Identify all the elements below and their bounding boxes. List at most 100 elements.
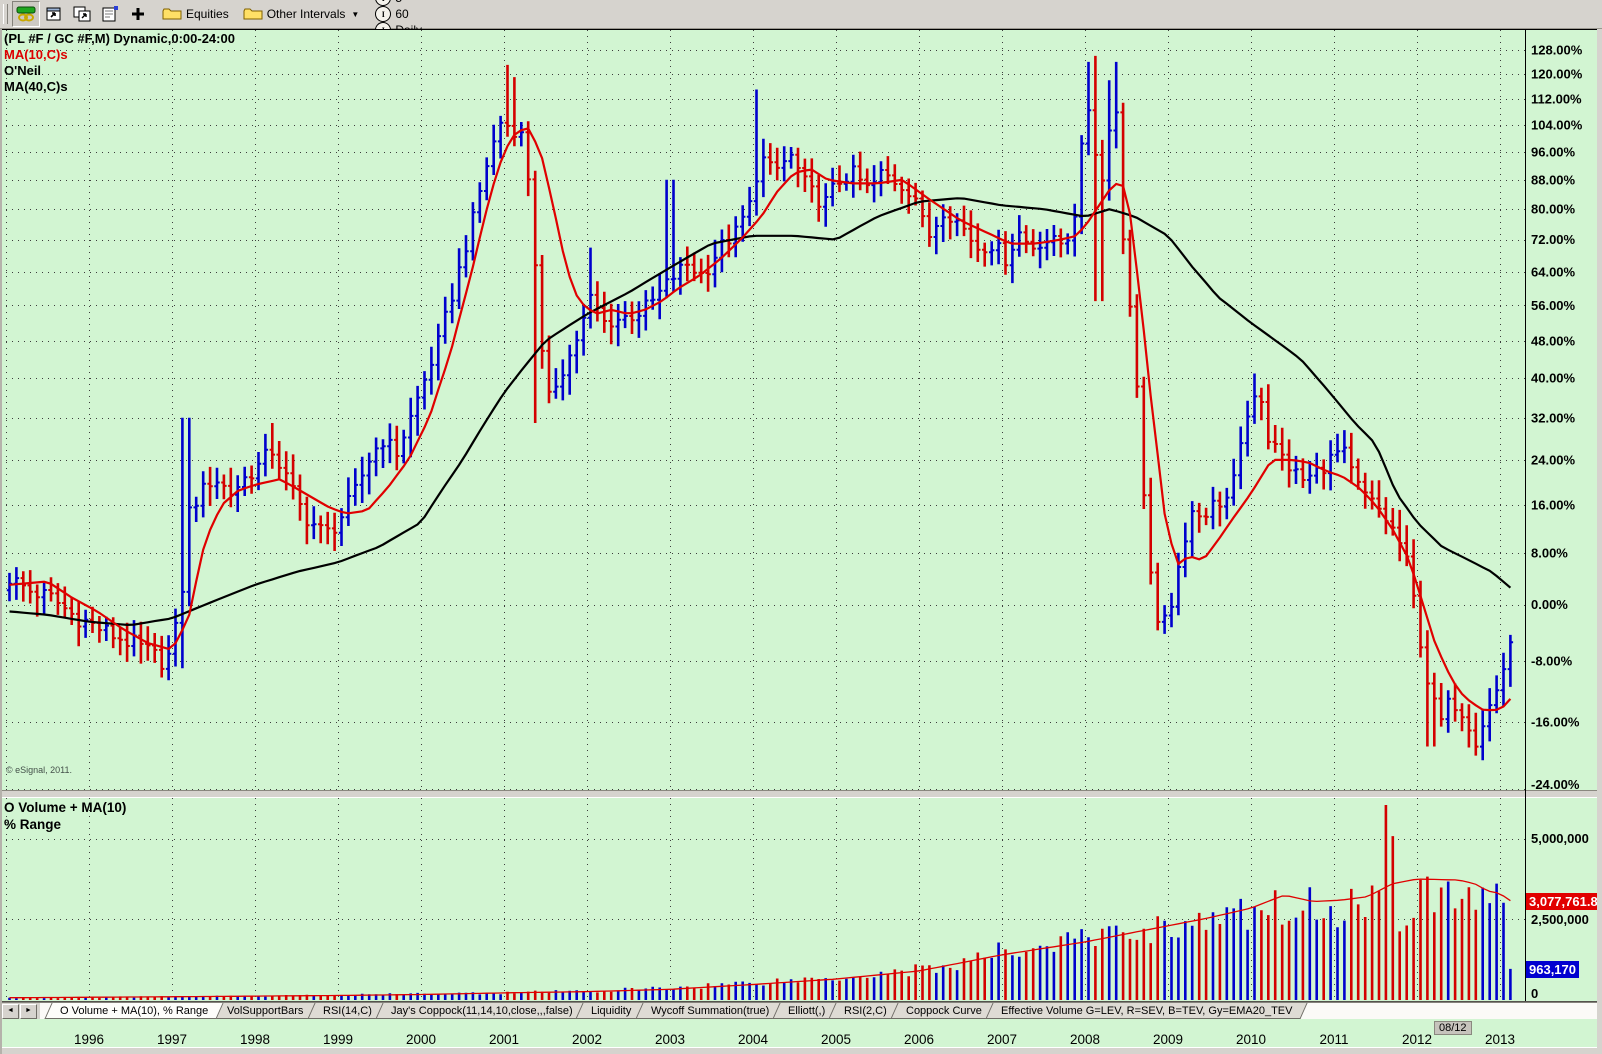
price-axis-label: 56.00% — [1531, 298, 1576, 313]
year-label-1998: 1998 — [233, 1032, 277, 1047]
year-label-2013: 2013 — [1478, 1032, 1522, 1047]
price-axis-label: 128.00% — [1531, 43, 1583, 58]
year-label-2008: 2008 — [1063, 1032, 1107, 1047]
year-label-2006: 2006 — [897, 1032, 941, 1047]
cursor-date-badge: 08/12 — [1434, 1021, 1472, 1035]
link-chart-icon — [16, 5, 36, 23]
price-axis-label: 16.00% — [1531, 497, 1576, 512]
chart-canvas[interactable]: 128.00%120.00%112.00%104.00%96.00%88.00%… — [0, 29, 1602, 1002]
study-tabs: O Volume + MA(10), % Range VolSupportBars… — [48, 1003, 1299, 1019]
study-tab-label: RSI(14,C) — [323, 1005, 372, 1017]
study-tab-1[interactable]: VolSupportBars — [212, 1003, 320, 1019]
year-label-2002: 2002 — [565, 1032, 609, 1047]
legend-ma40: MA(40,C)s — [4, 79, 235, 95]
panel-separator — [0, 791, 1602, 797]
year-label-2000: 2000 — [399, 1032, 443, 1047]
legend-ma10: MA(10,C)s — [4, 47, 235, 63]
folder-icon — [162, 7, 182, 21]
price-axis-label: 40.00% — [1531, 371, 1576, 386]
year-label-2010: 2010 — [1229, 1032, 1273, 1047]
year-label-2004: 2004 — [731, 1032, 775, 1047]
year-label-1996: 1996 — [67, 1032, 111, 1047]
interval-label: 5 — [395, 0, 402, 5]
price-axis-label: -24.00% — [1531, 777, 1580, 792]
other-intervals-label: Other Intervals — [267, 7, 346, 21]
price-axis-label: 32.00% — [1531, 410, 1576, 425]
year-label-2011: 2011 — [1312, 1032, 1356, 1047]
study-tab-3[interactable]: Jay's Coppock(11,14,10,close,,,false) — [375, 1003, 588, 1019]
toolbar-handle[interactable] — [3, 4, 8, 24]
date-axis: 08/12 1996199719981999200020012002200320… — [0, 1018, 1602, 1047]
volume-axis-label: 5,000,000 — [1531, 831, 1589, 846]
tab-scroll-right-button[interactable]: ► — [20, 1004, 37, 1019]
send-to-window-icon — [44, 5, 64, 23]
chevron-down-icon: ▼ — [351, 10, 359, 19]
interval-label: 60 — [395, 7, 408, 21]
equities-label: Equities — [186, 7, 229, 21]
study-tab-label: Elliott(,) — [788, 1005, 825, 1017]
folder-icon — [243, 7, 263, 21]
chart-legend: (PL #F / GC #F,M) Dynamic,0:00-24:00 MA(… — [4, 31, 235, 95]
year-label-2005: 2005 — [814, 1032, 858, 1047]
symbol-title: (PL #F / GC #F,M) Dynamic,0:00-24:00 — [4, 31, 235, 47]
price-axis-label: 0.00% — [1531, 597, 1568, 612]
study-tab-label: Effective Volume G=LEV, R=SEV, B=TEV, Gy… — [1001, 1005, 1292, 1017]
year-label-1997: 1997 — [150, 1032, 194, 1047]
legend-oneil: O'Neil — [4, 63, 235, 79]
interval-icon: I — [375, 6, 391, 22]
link-chart-button[interactable] — [12, 1, 40, 27]
interval-button-60[interactable]: I 60 — [375, 6, 441, 22]
properties-button[interactable] — [96, 1, 124, 27]
study-tab-label: Coppock Curve — [906, 1005, 982, 1017]
study-tab-label: RSI(2,C) — [844, 1005, 887, 1017]
esignal-window: Equities Other Intervals ▼ SIWeeklyI5I60… — [0, 0, 1602, 1054]
send-to-window-button[interactable] — [40, 1, 68, 27]
study-tab-0[interactable]: O Volume + MA(10), % Range — [44, 1003, 223, 1019]
price-axis-label: 112.00% — [1531, 91, 1582, 106]
other-intervals-folder-button[interactable]: Other Intervals ▼ — [243, 7, 360, 21]
year-label-2012: 2012 — [1395, 1032, 1439, 1047]
price-axis-label: 80.00% — [1531, 202, 1576, 217]
volume-axis-label: 2,500,000 — [1531, 912, 1589, 927]
volume-last-value-badge: 963,170 — [1526, 961, 1579, 978]
chart-background — [0, 29, 1602, 1002]
study-tab-label: VolSupportBars — [227, 1005, 303, 1017]
add-symbol-button[interactable] — [124, 1, 152, 27]
price-axis-label: 104.00% — [1531, 117, 1583, 132]
year-label-1999: 1999 — [316, 1032, 360, 1047]
copyright-text: © eSignal, 2011. — [6, 765, 72, 775]
price-axis-label: -16.00% — [1531, 715, 1580, 730]
price-axis-label: 72.00% — [1531, 232, 1576, 247]
equities-folder-button[interactable]: Equities — [162, 7, 233, 21]
study-tab-label: O Volume + MA(10), % Range — [60, 1005, 208, 1017]
tab-scroll-buttons: ◄ ► — [0, 1003, 40, 1019]
volume-legend-line1: O Volume + MA(10) — [4, 799, 126, 816]
price-axis-label: 64.00% — [1531, 264, 1576, 279]
study-tab-9[interactable]: Effective Volume G=LEV, R=SEV, B=TEV, Gy… — [985, 1003, 1308, 1019]
volume-axis-label: 0 — [1531, 986, 1538, 1001]
properties-icon — [100, 5, 120, 23]
duplicate-window-icon — [72, 5, 92, 23]
tab-scroll-left-button[interactable]: ◄ — [2, 1004, 19, 1019]
duplicate-window-button[interactable] — [68, 1, 96, 27]
price-axis-label: 96.00% — [1531, 144, 1576, 159]
price-axis-label: -8.00% — [1531, 653, 1573, 668]
study-tab-label: Wycoff Summation(true) — [651, 1005, 769, 1017]
year-label-2003: 2003 — [648, 1032, 692, 1047]
price-axis-label: 48.00% — [1531, 333, 1576, 348]
study-tab-5[interactable]: Wycoff Summation(true) — [635, 1003, 784, 1019]
year-label-2007: 2007 — [980, 1032, 1024, 1047]
volume-ma-value-badge: 3,077,761.8 — [1526, 893, 1601, 910]
window-right-border — [1597, 29, 1602, 1054]
volume-legend-line2: % Range — [4, 816, 126, 833]
sheet-tab-strip: ◄ ► O Volume + MA(10), % Range VolSupport… — [0, 1002, 1602, 1019]
volume-panel-legend: O Volume + MA(10) % Range — [4, 799, 126, 833]
year-label-2009: 2009 — [1146, 1032, 1190, 1047]
price-axis-label: 8.00% — [1531, 545, 1568, 560]
study-tab-label: Liquidity — [591, 1005, 631, 1017]
study-tab-label: Jay's Coppock(11,14,10,close,,,false) — [391, 1005, 573, 1017]
window-left-border — [0, 29, 2, 1054]
toolbar: Equities Other Intervals ▼ SIWeeklyI5I60… — [0, 0, 1602, 29]
price-axis-label: 120.00% — [1531, 67, 1583, 82]
study-tab-8[interactable]: Coppock Curve — [890, 1003, 997, 1019]
